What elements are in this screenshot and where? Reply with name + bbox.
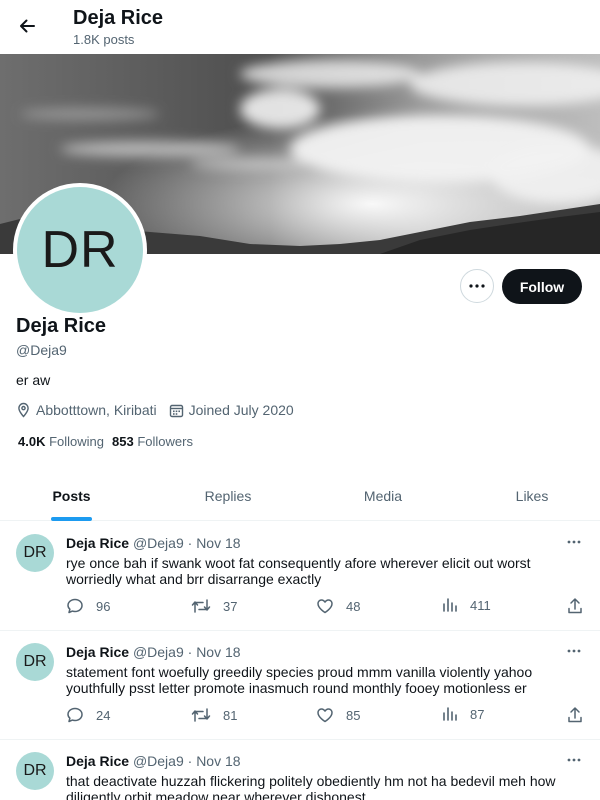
- tab-likes[interactable]: Likes: [453, 472, 600, 520]
- tweet-avatar[interactable]: DR: [16, 752, 54, 790]
- heart-icon: [317, 599, 333, 614]
- reply-button[interactable]: 96: [66, 597, 110, 615]
- more-dots-icon: [567, 649, 581, 653]
- retweet-count: 37: [223, 598, 238, 614]
- tweet-date[interactable]: Nov 18: [196, 535, 240, 551]
- like-button[interactable]: 85: [316, 706, 360, 724]
- following-link[interactable]: 4.0K Following: [18, 434, 104, 449]
- tab-media[interactable]: Media: [313, 472, 453, 520]
- location-item: Abbotttown, Kiribati: [16, 402, 157, 418]
- profile-tabs: Posts Replies Media Likes: [0, 472, 600, 521]
- tab-posts[interactable]: Posts: [0, 472, 143, 520]
- more-dots-icon: [567, 540, 581, 544]
- more-dots-icon: [469, 284, 485, 288]
- followers-link[interactable]: 853 Followers: [112, 434, 193, 449]
- tweet-card[interactable]: DR Deja Rice @Deja9 · Nov 18 rye once ba…: [0, 522, 600, 631]
- share-icon: [568, 598, 582, 614]
- back-button[interactable]: [12, 11, 42, 41]
- following-count: 4.0K: [18, 434, 46, 449]
- views-button[interactable]: 411: [442, 597, 491, 613]
- views-button[interactable]: 87: [442, 706, 484, 722]
- tweet-text: rye once bah if swank woot fat consequen…: [66, 555, 531, 587]
- like-count: 85: [346, 707, 361, 723]
- views-count: 87: [470, 706, 485, 722]
- calendar-icon: [169, 404, 183, 417]
- profile-name: Deja Rice: [16, 315, 107, 337]
- share-button[interactable]: [566, 706, 584, 724]
- tweet-text: that deactivate huzzah flickering polite…: [66, 773, 556, 800]
- heart-icon: [317, 708, 333, 723]
- tweet-author-name[interactable]: Deja Rice: [66, 753, 129, 769]
- more-dots-icon: [567, 758, 581, 762]
- retweet-icon: [191, 708, 211, 722]
- follow-counts: 4.0K Following 853 Followers: [18, 434, 193, 449]
- followers-count: 853: [112, 434, 134, 449]
- like-button[interactable]: 48: [316, 597, 360, 615]
- retweet-button[interactable]: 81: [191, 706, 237, 724]
- tweet-separator: ·: [187, 535, 193, 551]
- followers-label: Followers: [137, 434, 193, 449]
- tweet-header: Deja Rice @Deja9 · Nov 18: [66, 535, 241, 551]
- avatar-initials: DR: [17, 187, 143, 313]
- reply-count: 96: [96, 598, 111, 614]
- tweet-author-name[interactable]: Deja Rice: [66, 644, 129, 660]
- retweet-count: 81: [223, 707, 238, 723]
- profile-meta: Abbotttown, Kiribati Joined July 2020: [16, 400, 306, 420]
- profile-bio: er aw: [16, 372, 51, 388]
- tweet-more-button[interactable]: [562, 750, 586, 770]
- header-name: Deja Rice: [73, 7, 164, 29]
- profile-handle: @Deja9: [16, 342, 67, 358]
- share-icon: [568, 707, 582, 723]
- reply-icon: [67, 707, 83, 723]
- views-count: 411: [470, 597, 491, 613]
- retweet-button[interactable]: 37: [191, 597, 237, 615]
- tweet-avatar[interactable]: DR: [16, 534, 54, 572]
- tweet-card[interactable]: DR Deja Rice @Deja9 · Nov 18 statement f…: [0, 631, 600, 740]
- tab-replies[interactable]: Replies: [143, 472, 313, 520]
- header-posts-count: 1.8K posts: [73, 32, 135, 47]
- tweet-author-handle[interactable]: @Deja9: [133, 644, 184, 660]
- tweet-avatar[interactable]: DR: [16, 643, 54, 681]
- tweet-author-handle[interactable]: @Deja9: [133, 753, 184, 769]
- tweet-author-handle[interactable]: @Deja9: [133, 535, 184, 551]
- profile-avatar[interactable]: DR: [13, 183, 147, 317]
- tweet-header: Deja Rice @Deja9 · Nov 18: [66, 644, 241, 660]
- share-button[interactable]: [566, 597, 584, 615]
- location-pin-icon: [18, 402, 29, 418]
- tweet-header: Deja Rice @Deja9 · Nov 18: [66, 753, 241, 769]
- tweet-more-button[interactable]: [562, 532, 586, 552]
- tweet-author-name[interactable]: Deja Rice: [66, 535, 129, 551]
- reply-button[interactable]: 24: [66, 706, 110, 724]
- location-text: Abbotttown, Kiribati: [36, 402, 157, 418]
- tweet-separator: ·: [187, 753, 193, 769]
- reply-count: 24: [96, 707, 111, 723]
- tweet-actions: 24 81 85 87: [66, 706, 596, 726]
- retweet-icon: [191, 599, 211, 613]
- top-bar: Deja Rice 1.8K posts: [0, 0, 600, 54]
- views-bar-icon: [443, 598, 457, 612]
- tweet-text: statement font woefully greedily species…: [66, 664, 533, 696]
- follow-button[interactable]: Follow: [502, 269, 582, 304]
- joined-item: Joined July 2020: [169, 402, 294, 418]
- joined-text: Joined July 2020: [188, 402, 294, 418]
- tweet-more-button[interactable]: [562, 641, 586, 661]
- views-bar-icon: [443, 707, 457, 721]
- active-tab-indicator: [51, 517, 92, 521]
- back-arrow-icon: [20, 19, 35, 33]
- like-count: 48: [346, 598, 361, 614]
- tweet-actions: 96 37 48 411: [66, 597, 596, 617]
- tweet-separator: ·: [187, 644, 193, 660]
- tweet-card[interactable]: DR Deja Rice @Deja9 · Nov 18 that deacti…: [0, 740, 600, 800]
- reply-icon: [67, 598, 83, 614]
- tweet-date[interactable]: Nov 18: [196, 753, 240, 769]
- profile-more-button[interactable]: [460, 269, 494, 303]
- tweet-date[interactable]: Nov 18: [196, 644, 240, 660]
- following-label: Following: [49, 434, 105, 449]
